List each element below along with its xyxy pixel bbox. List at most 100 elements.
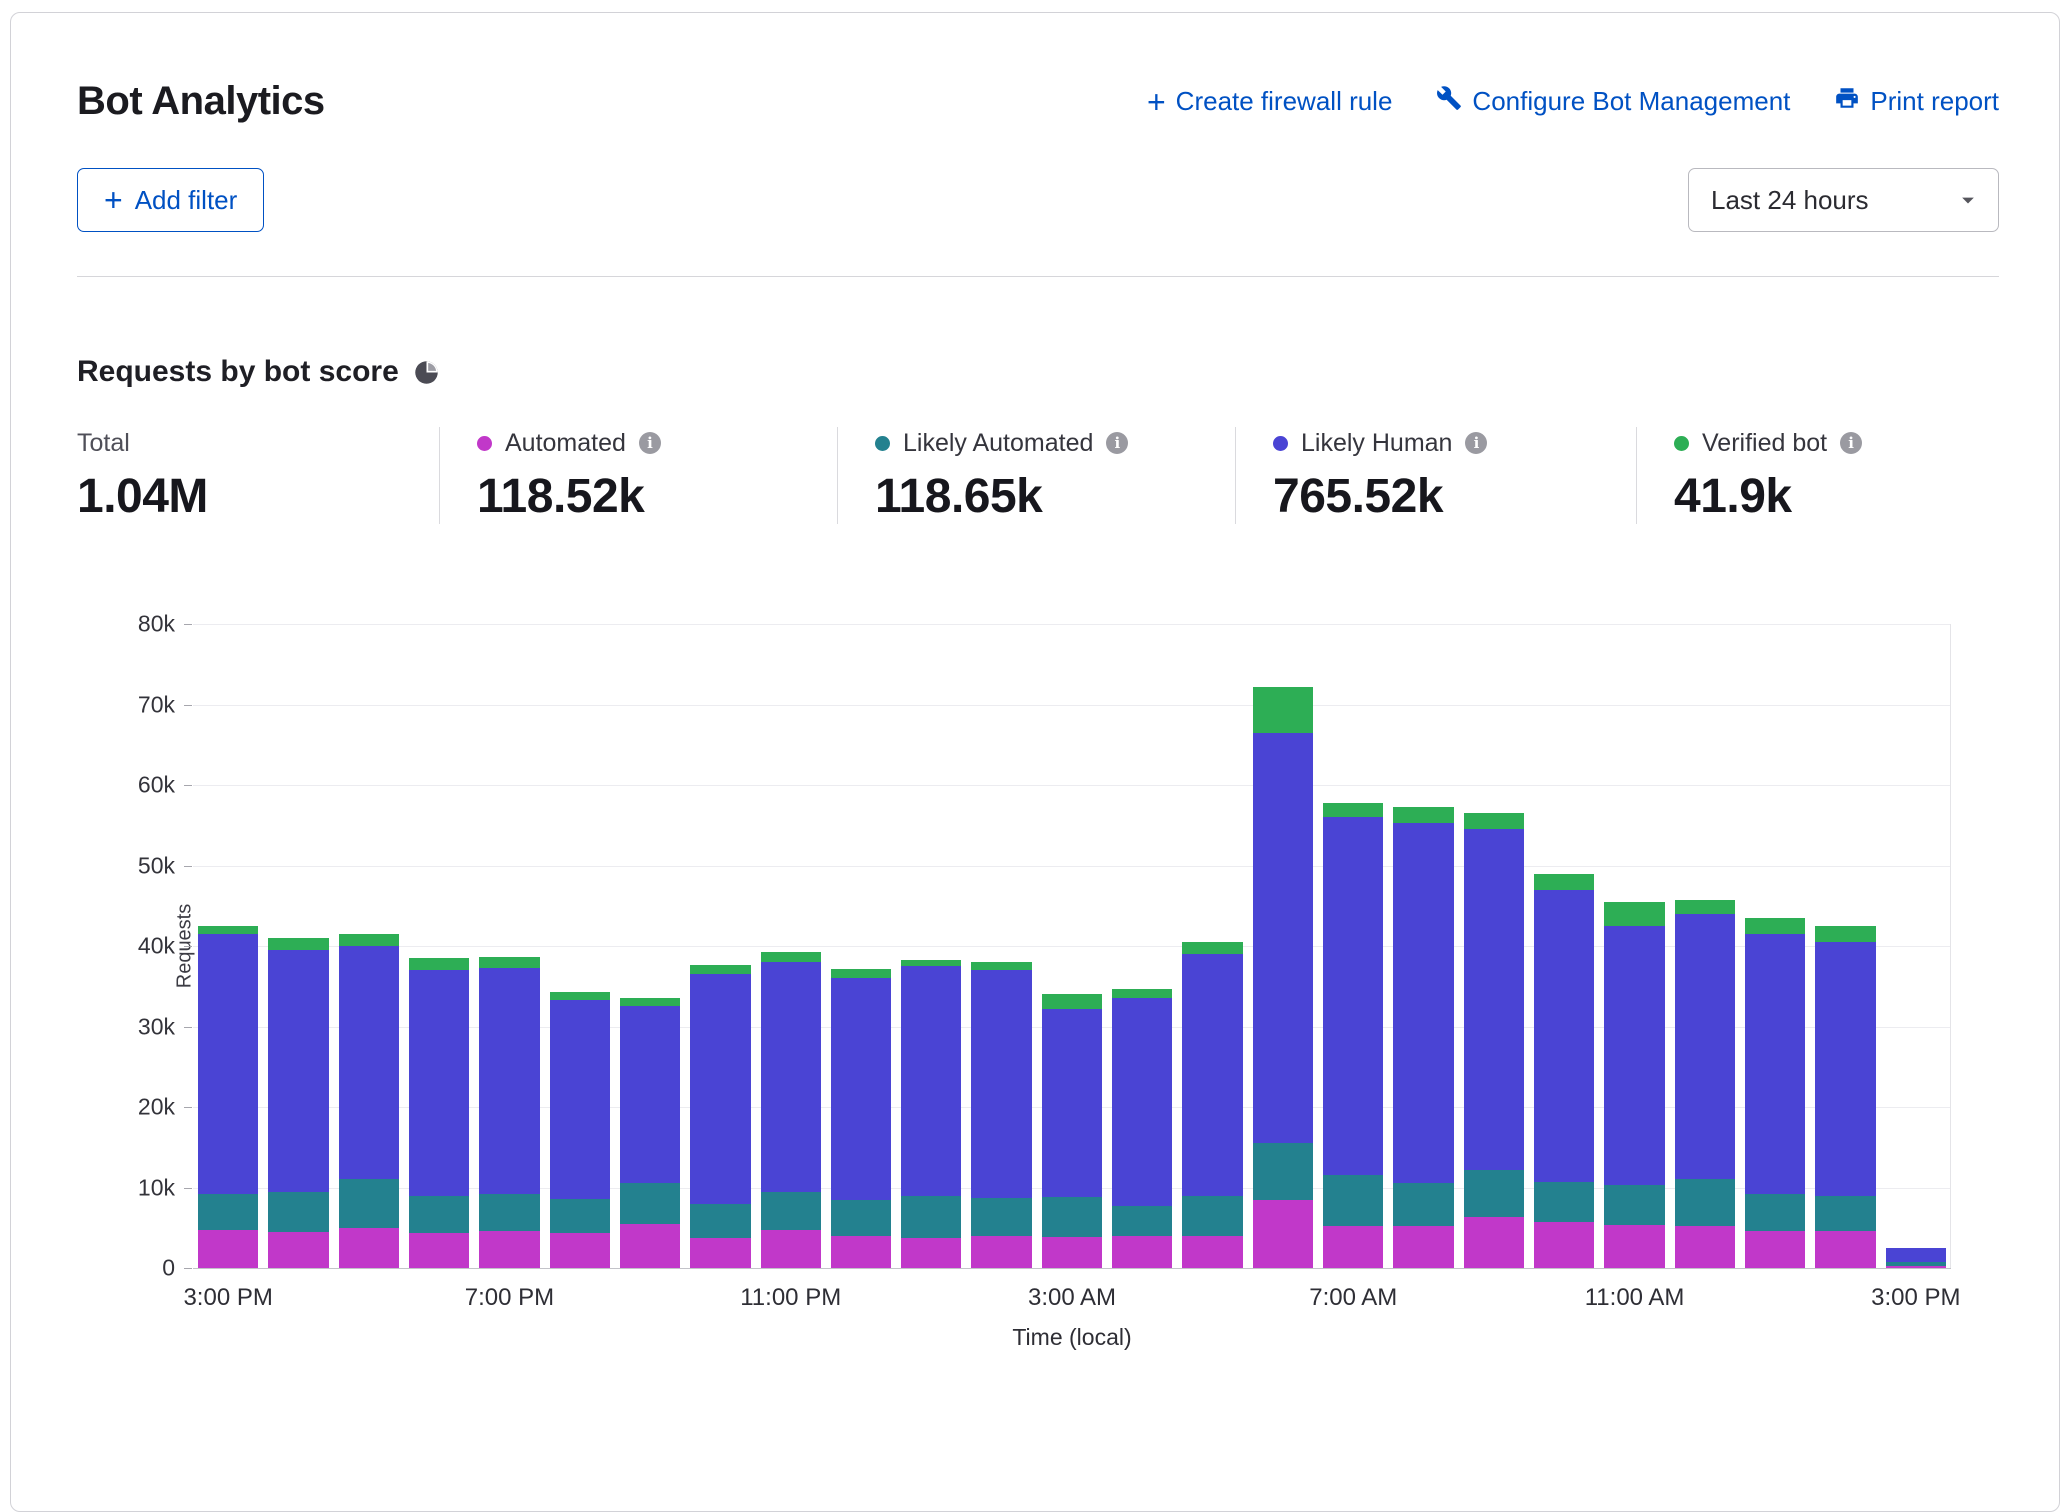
info-icon[interactable]: i <box>1106 432 1128 454</box>
bar-segment-likely-automated[interactable] <box>901 1196 961 1239</box>
bar-segment-verified-bot[interactable] <box>1042 994 1102 1008</box>
bar-6:00 PM[interactable] <box>404 624 474 1268</box>
bar-3:00 AM[interactable] <box>1037 624 1107 1268</box>
bar-segment-automated[interactable] <box>1393 1226 1453 1268</box>
bar-segment-automated[interactable] <box>1253 1200 1313 1268</box>
bar-4:00 AM[interactable] <box>1107 624 1177 1268</box>
bar-segment-likely-human[interactable] <box>1112 998 1172 1206</box>
add-filter-button[interactable]: + Add filter <box>77 168 264 232</box>
bar-9:00 PM[interactable] <box>615 624 685 1268</box>
bar-segment-automated[interactable] <box>1745 1231 1805 1268</box>
bar-segment-likely-human[interactable] <box>339 946 399 1179</box>
bar-segment-likely-human[interactable] <box>550 1000 610 1199</box>
bar-2:00 AM[interactable] <box>966 624 1036 1268</box>
bar-segment-verified-bot[interactable] <box>268 938 328 950</box>
bar-segment-verified-bot[interactable] <box>479 957 539 968</box>
bar-segment-automated[interactable] <box>1534 1222 1594 1268</box>
configure-bot-management-link[interactable]: Configure Bot Management <box>1436 85 1790 118</box>
bar-segment-likely-human[interactable] <box>1182 954 1242 1196</box>
bar-12:00 AM[interactable] <box>826 624 896 1268</box>
bar-segment-verified-bot[interactable] <box>1745 918 1805 934</box>
bar-segment-likely-automated[interactable] <box>1253 1143 1313 1199</box>
bar-segment-likely-human[interactable] <box>1042 1009 1102 1197</box>
bar-1:00 PM[interactable] <box>1740 624 1810 1268</box>
bar-segment-likely-human[interactable] <box>1745 934 1805 1194</box>
bar-segment-likely-automated[interactable] <box>971 1198 1031 1236</box>
bar-segment-likely-automated[interactable] <box>831 1200 891 1236</box>
bar-segment-verified-bot[interactable] <box>1112 989 1172 999</box>
bar-segment-automated[interactable] <box>620 1224 680 1268</box>
bar-segment-verified-bot[interactable] <box>1815 926 1875 942</box>
bar-12:00 PM[interactable] <box>1670 624 1740 1268</box>
bar-segment-likely-automated[interactable] <box>1534 1182 1594 1222</box>
bar-segment-verified-bot[interactable] <box>761 952 821 962</box>
bar-segment-likely-automated[interactable] <box>1604 1185 1664 1225</box>
bar-segment-automated[interactable] <box>1675 1226 1735 1268</box>
bar-segment-verified-bot[interactable] <box>1323 803 1383 817</box>
print-report-link[interactable]: Print report <box>1834 85 1999 118</box>
bar-9:00 AM[interactable] <box>1459 624 1529 1268</box>
bar-segment-likely-automated[interactable] <box>1323 1175 1383 1226</box>
bar-segment-likely-human[interactable] <box>479 968 539 1194</box>
bar-segment-verified-bot[interactable] <box>1464 813 1524 829</box>
bar-segment-verified-bot[interactable] <box>1534 874 1594 890</box>
bar-segment-likely-automated[interactable] <box>1464 1170 1524 1217</box>
bar-segment-verified-bot[interactable] <box>971 962 1031 970</box>
bar-segment-verified-bot[interactable] <box>198 926 258 934</box>
bar-segment-likely-automated[interactable] <box>479 1194 539 1231</box>
bar-segment-likely-automated[interactable] <box>409 1196 469 1233</box>
bar-segment-verified-bot[interactable] <box>550 992 610 1000</box>
bar-segment-verified-bot[interactable] <box>620 998 680 1006</box>
bar-segment-likely-human[interactable] <box>1253 733 1313 1144</box>
bar-segment-verified-bot[interactable] <box>1675 900 1735 914</box>
bar-segment-automated[interactable] <box>1815 1231 1875 1268</box>
bar-segment-likely-human[interactable] <box>1675 914 1735 1180</box>
bar-2:00 PM[interactable] <box>1810 624 1880 1268</box>
bar-segment-verified-bot[interactable] <box>1604 902 1664 926</box>
bar-segment-likely-automated[interactable] <box>1393 1183 1453 1226</box>
create-firewall-rule-link[interactable]: + Create firewall rule <box>1147 86 1392 118</box>
bar-segment-likely-human[interactable] <box>1534 890 1594 1182</box>
bar-segment-verified-bot[interactable] <box>339 934 399 946</box>
bar-segment-automated[interactable] <box>1886 1266 1946 1268</box>
bar-6:00 AM[interactable] <box>1248 624 1318 1268</box>
bar-segment-automated[interactable] <box>479 1231 539 1268</box>
bar-segment-likely-automated[interactable] <box>1182 1196 1242 1236</box>
bar-segment-likely-automated[interactable] <box>1815 1196 1875 1231</box>
bar-segment-automated[interactable] <box>268 1232 328 1268</box>
bar-segment-verified-bot[interactable] <box>690 965 750 975</box>
bar-segment-likely-automated[interactable] <box>1745 1194 1805 1231</box>
bar-7:00 AM[interactable] <box>1318 624 1388 1268</box>
info-icon[interactable]: i <box>639 432 661 454</box>
bar-segment-likely-human[interactable] <box>1323 817 1383 1175</box>
bar-segment-likely-human[interactable] <box>1464 829 1524 1170</box>
bar-segment-automated[interactable] <box>550 1233 610 1268</box>
bar-segment-likely-automated[interactable] <box>761 1192 821 1231</box>
bar-8:00 PM[interactable] <box>545 624 615 1268</box>
bar-segment-automated[interactable] <box>1112 1236 1172 1268</box>
bar-3:00 PM[interactable] <box>1881 624 1951 1268</box>
bar-segment-likely-automated[interactable] <box>268 1192 328 1232</box>
bar-segment-automated[interactable] <box>339 1228 399 1268</box>
bar-segment-likely-automated[interactable] <box>1042 1197 1102 1237</box>
bar-5:00 AM[interactable] <box>1177 624 1247 1268</box>
bar-segment-automated[interactable] <box>690 1238 750 1268</box>
bar-segment-likely-human[interactable] <box>1886 1248 1946 1262</box>
time-range-dropdown[interactable]: Last 24 hours <box>1688 168 1999 232</box>
bar-segment-likely-automated[interactable] <box>1112 1206 1172 1236</box>
bar-segment-likely-human[interactable] <box>620 1006 680 1183</box>
bar-segment-verified-bot[interactable] <box>1182 942 1242 954</box>
bar-3:00 PM[interactable] <box>193 624 263 1268</box>
bar-segment-likely-human[interactable] <box>1604 926 1664 1185</box>
bar-segment-likely-human[interactable] <box>690 974 750 1203</box>
bar-segment-verified-bot[interactable] <box>1393 807 1453 823</box>
bar-segment-likely-human[interactable] <box>901 966 961 1195</box>
info-icon[interactable]: i <box>1840 432 1862 454</box>
bar-segment-likely-automated[interactable] <box>339 1179 399 1227</box>
bar-segment-automated[interactable] <box>901 1238 961 1268</box>
info-icon[interactable]: i <box>1465 432 1487 454</box>
bar-segment-automated[interactable] <box>1464 1217 1524 1268</box>
bar-segment-automated[interactable] <box>831 1236 891 1268</box>
bar-4:00 PM[interactable] <box>263 624 333 1268</box>
bar-11:00 AM[interactable] <box>1599 624 1669 1268</box>
